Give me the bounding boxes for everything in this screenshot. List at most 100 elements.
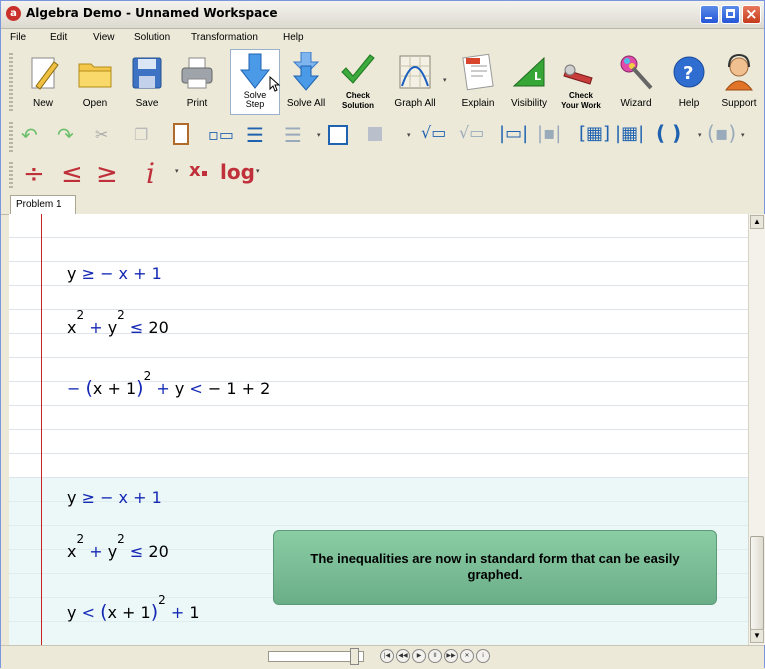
scroll-up-icon[interactable]: ▲ xyxy=(750,215,764,229)
maximize-button[interactable] xyxy=(721,5,740,24)
align-rows-icon[interactable]: ☰ xyxy=(246,123,264,147)
dropdown-icon[interactable]: ▾ xyxy=(698,131,702,139)
minimize-button[interactable] xyxy=(700,5,719,24)
solve-all-button[interactable]: Solve All xyxy=(282,48,330,116)
help-button[interactable]: ? Help xyxy=(667,48,711,116)
dropdown-icon[interactable]: ▾ xyxy=(175,167,179,175)
variable-y: y xyxy=(174,379,185,398)
menu-edit[interactable]: Edit xyxy=(50,32,67,43)
scroll-thumb[interactable] xyxy=(750,536,764,630)
open-button[interactable]: Open xyxy=(71,48,119,116)
pause-icon[interactable]: II xyxy=(428,649,442,663)
vertical-scrollbar[interactable]: ▲ ▼ xyxy=(748,214,765,645)
rhs-value: 20 xyxy=(148,318,169,337)
result-inequality-1[interactable]: y ≥ − x + 1 xyxy=(67,488,162,507)
solve-step-button[interactable]: Solve Step xyxy=(231,48,281,116)
sqrt-icon[interactable]: √▭ xyxy=(421,123,446,142)
close-button[interactable]: × xyxy=(742,5,761,24)
tab-bar: Problem 1 xyxy=(1,193,764,215)
result-inequality-3[interactable]: y < (x + 1)2 + 1 xyxy=(67,593,200,623)
copy-icon[interactable]: ❐ xyxy=(134,125,148,144)
paste-icon[interactable] xyxy=(173,123,189,145)
lines-icon[interactable]: ☰ xyxy=(284,123,302,147)
rhs-expression: − x + 1 xyxy=(100,264,162,283)
bracket-icon[interactable]: (▪) xyxy=(707,121,736,145)
undo-icon[interactable]: ↶ xyxy=(21,123,38,147)
variable-y: y xyxy=(107,318,118,337)
scroll-down-icon[interactable]: ▼ xyxy=(750,629,764,643)
info-icon[interactable]: i xyxy=(476,649,490,663)
inequality-2[interactable]: x2 + y2 ≤ 20 xyxy=(67,308,169,337)
new-button[interactable]: New xyxy=(21,48,65,116)
rhs-expression: − 1 + 2 xyxy=(207,379,271,398)
divide-icon[interactable]: ÷ xyxy=(23,159,45,189)
subscript-box-icon[interactable] xyxy=(368,127,382,141)
log-button[interactable]: log xyxy=(220,160,255,184)
inequality-3[interactable]: − (x + 1)2 + y < − 1 + 2 xyxy=(67,369,271,399)
print-button[interactable]: Print xyxy=(175,48,219,116)
save-button[interactable]: Save xyxy=(125,48,169,116)
dropdown-icon[interactable]: ▾ xyxy=(407,131,411,139)
greater-equal-icon[interactable]: ≥ xyxy=(96,159,118,189)
support-headset-icon xyxy=(725,53,753,91)
stop-icon[interactable]: ✕ xyxy=(460,649,474,663)
subscript-x-icon[interactable]: x xyxy=(189,160,207,181)
menu-bar: File Edit View Solution Transformation H… xyxy=(1,29,764,47)
matrix-row-icon[interactable]: ▫▭ xyxy=(208,125,234,144)
abs-value-icon[interactable]: |▭| xyxy=(499,123,528,144)
fast-forward-icon[interactable]: ▶▶ xyxy=(444,649,458,663)
support-button[interactable]: Support xyxy=(715,48,763,116)
superscript-box-icon[interactable] xyxy=(328,125,348,145)
variable-y: y xyxy=(67,603,77,622)
dropdown-icon[interactable]: ▾ xyxy=(741,131,745,139)
inequality-1[interactable]: y ≥ − x + 1 xyxy=(67,264,162,283)
exponent: 2 xyxy=(117,532,125,546)
cut-icon[interactable]: ✂ xyxy=(95,125,108,144)
dropdown-icon[interactable]: ▾ xyxy=(317,131,321,139)
parentheses-icon[interactable]: ( ) xyxy=(656,121,681,145)
negation: − xyxy=(67,379,81,398)
abs-value-2-icon[interactable]: |▪| xyxy=(537,123,561,144)
redo-icon[interactable]: ↷ xyxy=(57,123,74,147)
graph-all-button[interactable]: Graph All xyxy=(389,48,441,116)
check-your-work-button[interactable]: Check Your Work xyxy=(555,48,607,116)
rewind-icon[interactable]: ◀◀ xyxy=(396,649,410,663)
graph-dropdown-icon[interactable]: ▾ xyxy=(443,76,447,84)
menu-transformation[interactable]: Transformation xyxy=(191,32,258,43)
dropdown-icon[interactable]: ▾ xyxy=(256,167,260,175)
title-bar: a Algebra Demo - Unnamed Workspace × xyxy=(1,1,764,29)
playback-bar: |◀ ◀◀ ▶ II ▶▶ ✕ i xyxy=(1,645,764,669)
exponent: 2 xyxy=(76,532,85,546)
matrix-2-icon[interactable]: |▦| xyxy=(615,123,644,144)
less-equal-icon[interactable]: ≤ xyxy=(61,159,83,189)
play-icon[interactable]: ▶ xyxy=(412,649,426,663)
exponent: 2 xyxy=(143,369,152,383)
result-inequality-2[interactable]: x2 + y2 ≤ 20 xyxy=(67,532,169,561)
matrix-icon[interactable]: [▦] xyxy=(579,123,610,144)
plus: + xyxy=(170,603,185,622)
exponent: 2 xyxy=(117,308,125,322)
visibility-button[interactable]: L Visibility xyxy=(504,48,554,116)
menu-file[interactable]: File xyxy=(10,32,26,43)
imaginary-unit-icon[interactable]: i xyxy=(146,157,155,190)
menu-help[interactable]: Help xyxy=(283,32,304,43)
mouse-cursor-icon xyxy=(269,76,281,92)
playback-slider-thumb[interactable] xyxy=(350,648,359,665)
check-solution-button[interactable]: Check Solution xyxy=(335,48,381,116)
relation: ≥ xyxy=(81,264,95,283)
exponent: 2 xyxy=(76,308,85,322)
tab-problem-1[interactable]: Problem 1 xyxy=(10,195,76,215)
explanation-callout: The inequalities are now in standard for… xyxy=(273,530,717,605)
menu-view[interactable]: View xyxy=(93,32,115,43)
relation: < xyxy=(189,379,203,398)
first-step-icon[interactable]: |◀ xyxy=(380,649,394,663)
help-icon: ? xyxy=(673,56,705,88)
wizard-button[interactable]: Wizard xyxy=(613,48,659,116)
menu-solution[interactable]: Solution xyxy=(134,32,170,43)
double-down-arrow-icon xyxy=(292,52,320,91)
problem-workspace[interactable]: y ≥ − x + 1 x2 + y2 ≤ 20 − (x + 1)2 + y … xyxy=(9,214,748,645)
nth-root-icon[interactable]: √▭ xyxy=(459,123,484,142)
math-toolbar: ÷ ≤ ≥ i ▾ x log ▾ xyxy=(1,157,764,193)
explain-button[interactable]: Explain xyxy=(453,48,503,116)
exponent: 2 xyxy=(158,593,166,607)
